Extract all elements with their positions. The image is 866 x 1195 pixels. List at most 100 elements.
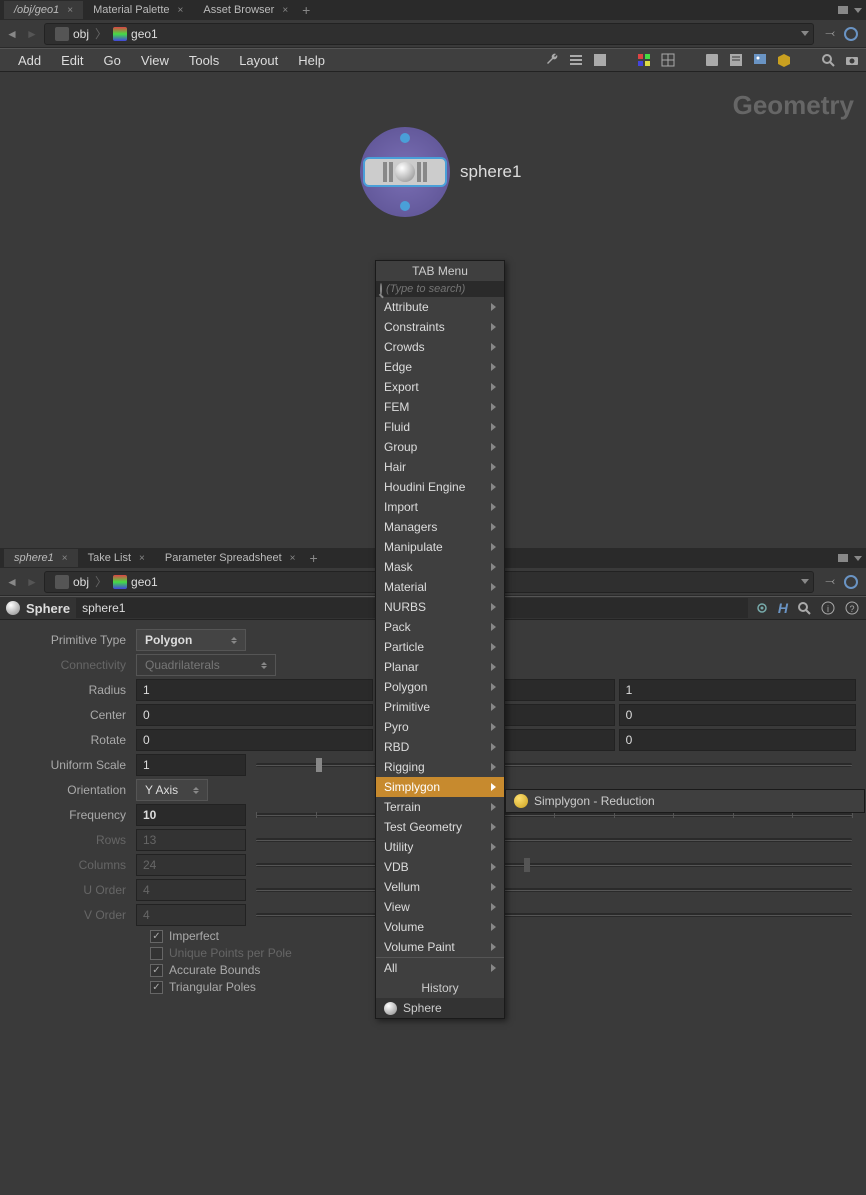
menu-layout[interactable]: Layout — [229, 49, 288, 72]
add-tab-button[interactable]: + — [310, 550, 318, 566]
accurate-bounds-checkbox[interactable] — [150, 964, 163, 977]
node-sphere1[interactable]: sphere1 — [360, 127, 521, 217]
tabmenu-item-rigging[interactable]: Rigging — [376, 757, 504, 777]
tabmenu-item-primitive[interactable]: Primitive — [376, 697, 504, 717]
close-icon[interactable]: × — [282, 5, 288, 16]
forward-button[interactable]: ► — [24, 26, 40, 42]
pane-menu-icon[interactable] — [854, 8, 862, 13]
add-tab-button[interactable]: + — [302, 2, 310, 18]
uniform-scale-slider[interactable] — [256, 763, 852, 767]
rotate-x[interactable] — [136, 729, 373, 751]
tabmenu-search[interactable] — [376, 281, 504, 297]
menu-view[interactable]: View — [131, 49, 179, 72]
frequency-field[interactable] — [136, 804, 246, 826]
tabmenu-item-utility[interactable]: Utility — [376, 837, 504, 857]
triangular-poles-checkbox[interactable] — [150, 981, 163, 994]
help-icon[interactable]: ? — [844, 600, 860, 616]
tabmenu-item-vellum[interactable]: Vellum — [376, 877, 504, 897]
tabmenu-item-volume-paint[interactable]: Volume Paint — [376, 937, 504, 957]
grid-icon[interactable] — [660, 52, 676, 68]
center-x[interactable] — [136, 704, 373, 726]
pane2-tab-0[interactable]: sphere1 × — [4, 549, 78, 567]
tabmenu-item-fluid[interactable]: Fluid — [376, 417, 504, 437]
maximize-icon[interactable] — [838, 554, 848, 562]
radius-z[interactable] — [619, 679, 856, 701]
rotate-z[interactable] — [619, 729, 856, 751]
tabmenu-item-constraints[interactable]: Constraints — [376, 317, 504, 337]
crumb-node[interactable]: geo1 — [107, 27, 164, 41]
tabmenu-item-managers[interactable]: Managers — [376, 517, 504, 537]
tabmenu-item-vdb[interactable]: VDB — [376, 857, 504, 877]
uniform-scale-field[interactable] — [136, 754, 246, 776]
wrench-icon[interactable] — [544, 52, 560, 68]
maximize-icon[interactable] — [838, 6, 848, 14]
pane-menu-icon[interactable] — [854, 556, 862, 561]
pane2-tab-2[interactable]: Parameter Spreadsheet × — [155, 549, 306, 567]
node-tile[interactable] — [363, 157, 447, 187]
frequency-slider[interactable] — [256, 813, 852, 817]
h-icon[interactable]: H — [778, 600, 788, 616]
top-tab-2[interactable]: Asset Browser × — [193, 1, 298, 19]
tabmenu-item-hair[interactable]: Hair — [376, 457, 504, 477]
tabmenu-item-houdini-engine[interactable]: Houdini Engine — [376, 477, 504, 497]
menu-edit[interactable]: Edit — [51, 49, 93, 72]
tabmenu-item-volume[interactable]: Volume — [376, 917, 504, 937]
tabmenu-item-simplygon[interactable]: Simplygon — [376, 777, 504, 797]
tabmenu-recent-sphere[interactable]: Sphere — [376, 998, 504, 1018]
orientation-combo[interactable]: Y Axis — [136, 779, 208, 801]
simplygon-submenu[interactable]: Simplygon - Reduction — [505, 789, 865, 813]
tabmenu-item-manipulate[interactable]: Manipulate — [376, 537, 504, 557]
tabmenu-item-pyro[interactable]: Pyro — [376, 717, 504, 737]
breadcrumb[interactable]: obj 〉 geo1 — [44, 23, 814, 45]
info-icon[interactable]: i — [820, 600, 836, 616]
tabmenu-item-test-geometry[interactable]: Test Geometry — [376, 817, 504, 837]
tabmenu-item-edge[interactable]: Edge — [376, 357, 504, 377]
crumb-node[interactable]: geo1 — [107, 575, 164, 589]
package-icon[interactable] — [776, 52, 792, 68]
note-icon[interactable] — [728, 52, 744, 68]
forward-button[interactable]: ► — [24, 574, 40, 590]
camera-icon[interactable] — [844, 52, 860, 68]
primitive-type-combo[interactable]: Polygon — [136, 629, 246, 651]
tabmenu-item-nurbs[interactable]: NURBS — [376, 597, 504, 617]
grid-color-icon[interactable] — [636, 52, 652, 68]
tabmenu-all[interactable]: All — [376, 958, 504, 978]
tabmenu-item-polygon[interactable]: Polygon — [376, 677, 504, 697]
pin-icon[interactable]: ⤙ — [822, 574, 838, 590]
search-icon[interactable] — [796, 600, 812, 616]
menu-help[interactable]: Help — [288, 49, 335, 72]
close-icon[interactable]: × — [178, 5, 184, 16]
save-icon[interactable] — [704, 52, 720, 68]
search-icon[interactable] — [820, 52, 836, 68]
menu-tools[interactable]: Tools — [179, 49, 229, 72]
tabmenu-item-pack[interactable]: Pack — [376, 617, 504, 637]
target-icon[interactable] — [844, 575, 858, 589]
top-tab-0[interactable]: /obj/geo1 × — [4, 1, 83, 19]
dropdown-icon[interactable] — [801, 31, 809, 36]
radius-x[interactable] — [136, 679, 373, 701]
tabmenu-item-group[interactable]: Group — [376, 437, 504, 457]
tabmenu-item-mask[interactable]: Mask — [376, 557, 504, 577]
back-button[interactable]: ◄ — [4, 26, 20, 42]
center-z[interactable] — [619, 704, 856, 726]
menu-add[interactable]: Add — [8, 49, 51, 72]
close-icon[interactable]: × — [139, 553, 145, 564]
image-icon[interactable] — [752, 52, 768, 68]
top-tab-1[interactable]: Material Palette × — [83, 1, 193, 19]
tabmenu-item-planar[interactable]: Planar — [376, 657, 504, 677]
pane2-tab-1[interactable]: Take List × — [78, 549, 155, 567]
tabmenu-item-attribute[interactable]: Attribute — [376, 297, 504, 317]
close-icon[interactable]: × — [290, 553, 296, 564]
tabmenu-item-fem[interactable]: FEM — [376, 397, 504, 417]
dropdown-icon[interactable] — [801, 579, 809, 584]
list-icon[interactable] — [568, 52, 584, 68]
tabmenu-item-particle[interactable]: Particle — [376, 637, 504, 657]
tabmenu-item-import[interactable]: Import — [376, 497, 504, 517]
close-icon[interactable]: × — [67, 5, 73, 16]
tabmenu-search-input[interactable] — [386, 283, 529, 295]
imperfect-checkbox[interactable] — [150, 930, 163, 943]
tabmenu-item-export[interactable]: Export — [376, 377, 504, 397]
back-button[interactable]: ◄ — [4, 574, 20, 590]
gear-icon[interactable] — [754, 600, 770, 616]
unique-points-checkbox[interactable] — [150, 947, 163, 960]
